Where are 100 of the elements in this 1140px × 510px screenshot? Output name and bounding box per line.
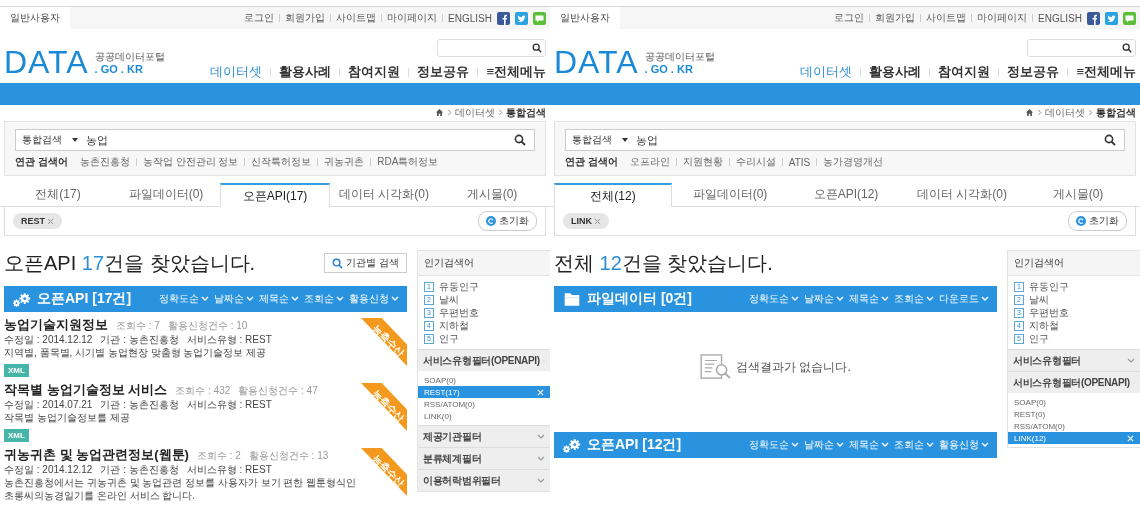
breadcrumb-link[interactable]: 데이터셋 bbox=[455, 105, 495, 120]
related-term[interactable]: 오프라인 bbox=[629, 155, 670, 169]
popular-term[interactable]: 지하철 bbox=[439, 318, 469, 333]
result-tab[interactable]: 파일데이터(0) bbox=[672, 183, 788, 206]
search-icon[interactable] bbox=[532, 43, 542, 53]
agency-search-button[interactable]: 기관별 검색 bbox=[324, 253, 407, 273]
related-term[interactable]: 농가경영개선 bbox=[823, 155, 884, 169]
filter-option[interactable]: RSS/ATOM(0) bbox=[1008, 420, 1140, 432]
site-search-field[interactable] bbox=[1027, 39, 1136, 57]
logo-wordmark[interactable]: DATA bbox=[4, 47, 89, 77]
close-icon[interactable] bbox=[594, 217, 601, 225]
related-term[interactable]: 농촌진흥청 bbox=[79, 155, 130, 169]
top-link[interactable]: 로그인 bbox=[244, 11, 275, 25]
filter-chip[interactable]: LINK bbox=[563, 213, 609, 229]
chat-icon[interactable] bbox=[1123, 11, 1136, 25]
home-icon[interactable] bbox=[1025, 108, 1034, 117]
result-tab[interactable]: 파일데이터(0) bbox=[112, 183, 220, 206]
chat-icon[interactable] bbox=[533, 11, 546, 25]
search-field[interactable]: 통합검색 농업 bbox=[565, 129, 1125, 151]
related-label: 연관 검색어 bbox=[15, 155, 68, 169]
breadcrumb-link[interactable]: 통합검색 bbox=[506, 105, 546, 120]
scope-dropdown[interactable]: 통합검색 bbox=[566, 133, 634, 147]
nav-menu-item[interactable]: 정보공유 bbox=[1007, 63, 1060, 81]
top-link[interactable]: 사이트맵 bbox=[926, 11, 967, 25]
nav-menu-item[interactable]: ≡전체메뉴 bbox=[486, 63, 546, 81]
filter-header[interactable]: 이용허락범위필터 bbox=[418, 469, 550, 491]
popular-term[interactable]: 유동인구 bbox=[1029, 279, 1069, 294]
facebook-icon[interactable] bbox=[1087, 11, 1100, 25]
popular-term[interactable]: 지하철 bbox=[1029, 318, 1059, 333]
top-link[interactable]: 사이트맵 bbox=[336, 11, 377, 25]
filter-header[interactable]: 분류체계필터 bbox=[418, 447, 550, 469]
related-term[interactable]: 귀농귀촌 bbox=[324, 155, 365, 169]
nav-menu-item[interactable]: 참여지원 bbox=[938, 63, 991, 81]
popular-term[interactable]: 우편번호 bbox=[1029, 305, 1069, 320]
related-term[interactable]: 수리시설 bbox=[735, 155, 776, 169]
user-type-tab[interactable]: 일반사용자 bbox=[550, 7, 620, 29]
dataset-title[interactable]: 농업기술지원정보 bbox=[4, 318, 108, 332]
scope-dropdown[interactable]: 통합검색 bbox=[16, 133, 84, 147]
top-link[interactable]: 회원가입 bbox=[875, 11, 916, 25]
filter-header[interactable]: 서비스유형필터(OPENAPI) bbox=[418, 349, 550, 371]
nav-menu-item[interactable]: 정보공유 bbox=[417, 63, 470, 81]
related-term[interactable]: 농작업 안전관리 정보 bbox=[142, 155, 239, 169]
result-tab[interactable]: 게시물(0) bbox=[1020, 183, 1136, 206]
related-term[interactable]: 지원현황 bbox=[682, 155, 723, 169]
home-icon[interactable] bbox=[435, 108, 444, 117]
filter-option[interactable]: REST(0) bbox=[1008, 408, 1140, 420]
top-link[interactable]: 마이페이지 bbox=[977, 11, 1028, 25]
logo-wordmark[interactable]: DATA bbox=[554, 47, 639, 77]
site-search-field[interactable] bbox=[437, 39, 546, 57]
filter-option[interactable]: SOAP(0) bbox=[1008, 396, 1140, 408]
result-tab[interactable]: 오픈API(12) bbox=[788, 183, 904, 206]
filter-option[interactable]: LINK(0) bbox=[418, 410, 550, 422]
breadcrumb-link[interactable]: 통합검색 bbox=[1096, 105, 1136, 120]
top-link[interactable]: 회원가입 bbox=[285, 11, 326, 25]
result-tab[interactable]: 데이터 시각화(0) bbox=[904, 183, 1020, 206]
filter-header[interactable]: 제공기관필터 bbox=[418, 425, 550, 447]
result-tab[interactable]: 데이터 시각화(0) bbox=[330, 183, 438, 206]
gears-icon bbox=[562, 437, 582, 453]
related-term[interactable]: 신작특허정보 bbox=[251, 155, 312, 169]
chevron-down-icon bbox=[791, 442, 799, 448]
reset-button[interactable]: 초기화 bbox=[1068, 211, 1127, 231]
nav-menu-item[interactable]: ≡전체메뉴 bbox=[1076, 63, 1136, 81]
top-link[interactable]: ENGLISH bbox=[1038, 12, 1082, 24]
filter-option[interactable]: RSS/ATOM(0) bbox=[418, 398, 550, 410]
result-tab[interactable]: 오픈API(17) bbox=[220, 183, 330, 207]
popular-term[interactable]: 인구 bbox=[1029, 331, 1049, 346]
popular-term[interactable]: 우편번호 bbox=[439, 305, 479, 320]
user-type-tab[interactable]: 일반사용자 bbox=[0, 7, 70, 29]
popular-term[interactable]: 날씨 bbox=[439, 292, 459, 307]
search-field[interactable]: 통합검색 농업 bbox=[15, 129, 535, 151]
nav-menu-item[interactable]: 활용사례 bbox=[279, 63, 332, 81]
dataset-title[interactable]: 귀농귀촌 및 농업관련정보(웹툰) bbox=[4, 448, 189, 462]
result-tab[interactable]: 게시물(0) bbox=[438, 183, 546, 206]
top-link[interactable]: 로그인 bbox=[834, 11, 865, 25]
filter-header[interactable]: 서비스유형필터(OPENAPI) bbox=[1008, 371, 1140, 393]
search-icon[interactable] bbox=[1122, 43, 1132, 53]
nav-menu-item[interactable]: 데이터셋 bbox=[800, 63, 853, 81]
nav-menu-item[interactable]: 데이터셋 bbox=[210, 63, 263, 81]
bird-icon[interactable] bbox=[515, 11, 528, 25]
popular-term[interactable]: 날씨 bbox=[1029, 292, 1049, 307]
close-icon[interactable] bbox=[47, 217, 54, 225]
result-tab[interactable]: 전체(12) bbox=[554, 183, 672, 207]
facebook-icon[interactable] bbox=[497, 11, 510, 25]
filter-header[interactable]: 서비스유형필터 bbox=[1008, 349, 1140, 371]
breadcrumb-link[interactable]: 데이터셋 bbox=[1045, 105, 1085, 120]
bird-icon[interactable] bbox=[1105, 11, 1118, 25]
related-term[interactable]: ATIS bbox=[788, 156, 811, 168]
dataset-title[interactable]: 작목별 농업기술정보 서비스 bbox=[4, 383, 168, 397]
agency-name: 기관 : 농촌진흥청 bbox=[100, 398, 179, 411]
top-link[interactable]: 마이페이지 bbox=[387, 11, 438, 25]
related-term[interactable]: RDA특허정보 bbox=[377, 155, 439, 169]
nav-menu-item[interactable]: 참여지원 bbox=[348, 63, 401, 81]
filter-chip[interactable]: REST bbox=[13, 213, 62, 229]
result-tab[interactable]: 전체(17) bbox=[4, 183, 112, 206]
popular-term[interactable]: 유동인구 bbox=[439, 279, 479, 294]
popular-term[interactable]: 인구 bbox=[439, 331, 459, 346]
reset-button[interactable]: 초기화 bbox=[478, 211, 537, 231]
filter-option[interactable]: SOAP(0) bbox=[418, 374, 550, 386]
top-link[interactable]: ENGLISH bbox=[448, 12, 492, 24]
nav-menu-item[interactable]: 활용사례 bbox=[869, 63, 922, 81]
